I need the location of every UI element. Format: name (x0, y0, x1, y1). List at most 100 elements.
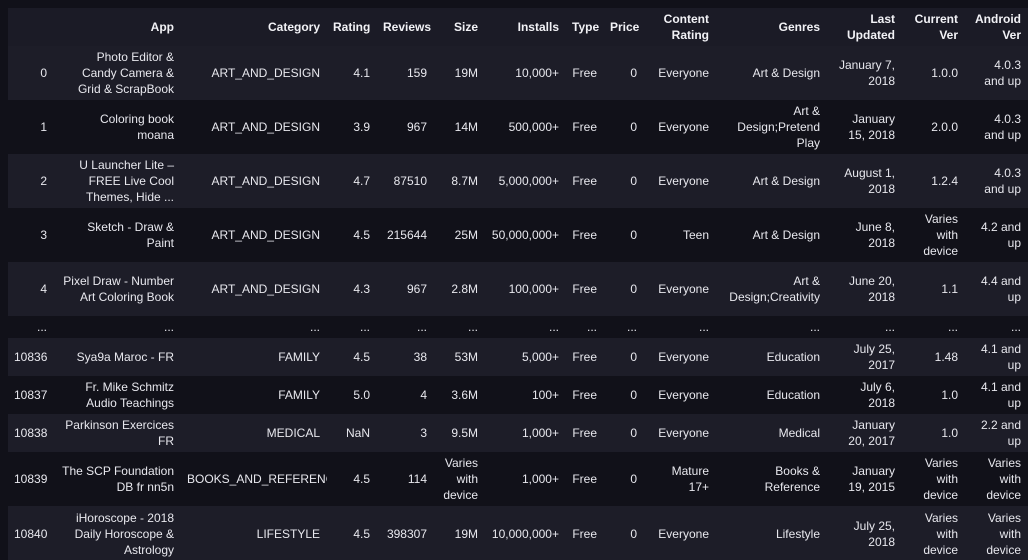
ellipsis-row: ........................................… (8, 316, 1028, 338)
header-row: App Category Rating Reviews Size Install… (8, 8, 1028, 46)
column-header-price: Price (604, 8, 644, 46)
cell-price: 0 (604, 506, 644, 560)
cell-size: 19M (434, 46, 485, 100)
cell-rating: 4.5 (327, 506, 377, 560)
cell-price: 0 (604, 262, 644, 316)
row-index: 10836 (8, 338, 54, 376)
cell-content-rating: Everyone (644, 338, 716, 376)
cell-current-ver: 2.0.0 (902, 100, 965, 154)
cell-size: 25M (434, 208, 485, 262)
cell-category: ART_AND_DESIGN (181, 46, 327, 100)
column-header-installs: Installs (485, 8, 566, 46)
table-row: 10838 Parkinson Exercices FR MEDICAL NaN 3 9.… (8, 414, 1028, 452)
cell-app: iHoroscope - 2018 Daily Horoscope & Astr… (54, 506, 181, 560)
cell-category: ... (181, 316, 327, 338)
cell-price: 0 (604, 338, 644, 376)
cell-genres: Art & Design (716, 154, 827, 208)
column-header-rating: Rating (327, 8, 377, 46)
cell-current-ver: Varies with device (902, 452, 965, 506)
cell-type: Free (566, 154, 604, 208)
cell-current-ver: 1.2.4 (902, 154, 965, 208)
cell-installs: 1,000+ (485, 452, 566, 506)
cell-reviews: 967 (377, 100, 434, 154)
cell-current-ver: 1.0.0 (902, 46, 965, 100)
cell-category: ART_AND_DESIGN (181, 262, 327, 316)
row-index: 3 (8, 208, 54, 262)
cell-rating: 4.3 (327, 262, 377, 316)
cell-category: BOOKS_AND_REFERENCE (181, 452, 327, 506)
cell-type: Free (566, 376, 604, 414)
cell-type: Free (566, 46, 604, 100)
cell-genres: Medical (716, 414, 827, 452)
row-index: 10838 (8, 414, 54, 452)
cell-price: 0 (604, 376, 644, 414)
cell-content-rating: Everyone (644, 376, 716, 414)
cell-size: 53M (434, 338, 485, 376)
cell-category: FAMILY (181, 338, 327, 376)
table-row: 10837 Fr. Mike Schmitz Audio Teachings FAM… (8, 376, 1028, 414)
cell-genres: ... (716, 316, 827, 338)
cell-reviews: 3 (377, 414, 434, 452)
table-row: 4 Pixel Draw - Number Art Coloring Book AR… (8, 262, 1028, 316)
cell-app: U Launcher Lite – FREE Live Cool Themes,… (54, 154, 181, 208)
cell-price: 0 (604, 100, 644, 154)
cell-reviews: 967 (377, 262, 434, 316)
cell-last-updated: July 6, 2018 (827, 376, 902, 414)
cell-android-ver: Varies with device (965, 452, 1028, 506)
cell-reviews: ... (377, 316, 434, 338)
cell-genres: Art & Design (716, 208, 827, 262)
cell-type: Free (566, 452, 604, 506)
column-header-content-rating: Content Rating (644, 8, 716, 46)
index-header (8, 8, 54, 46)
cell-current-ver: 1.0 (902, 414, 965, 452)
cell-content-rating: Everyone (644, 414, 716, 452)
column-header-app: App (54, 8, 181, 46)
cell-android-ver: 4.0.3 and up (965, 100, 1028, 154)
cell-current-ver: 1.0 (902, 376, 965, 414)
cell-content-rating: ... (644, 316, 716, 338)
cell-reviews: 398307 (377, 506, 434, 560)
column-header-last-updated: Last Updated (827, 8, 902, 46)
cell-category: ART_AND_DESIGN (181, 100, 327, 154)
cell-genres: Books & Reference (716, 452, 827, 506)
cell-installs: 100+ (485, 376, 566, 414)
cell-category: ART_AND_DESIGN (181, 154, 327, 208)
cell-type: Free (566, 414, 604, 452)
row-index: 1 (8, 100, 54, 154)
cell-genres: Education (716, 376, 827, 414)
cell-rating: 4.5 (327, 208, 377, 262)
cell-android-ver: 4.1 and up (965, 376, 1028, 414)
cell-installs: 500,000+ (485, 100, 566, 154)
cell-current-ver: Varies with device (902, 208, 965, 262)
cell-type: Free (566, 262, 604, 316)
cell-genres: Art & Design (716, 46, 827, 100)
cell-android-ver: 4.1 and up (965, 338, 1028, 376)
row-index: 10839 (8, 452, 54, 506)
cell-price: 0 (604, 208, 644, 262)
cell-installs: 5,000,000+ (485, 154, 566, 208)
cell-android-ver: 4.0.3 and up (965, 46, 1028, 100)
cell-android-ver: Varies with device (965, 506, 1028, 560)
cell-content-rating: Mature 17+ (644, 452, 716, 506)
column-header-type: Type (566, 8, 604, 46)
cell-reviews: 87510 (377, 154, 434, 208)
row-index: 2 (8, 154, 54, 208)
column-header-category: Category (181, 8, 327, 46)
cell-installs: ... (485, 316, 566, 338)
cell-content-rating: Everyone (644, 506, 716, 560)
cell-android-ver: 2.2 and up (965, 414, 1028, 452)
cell-installs: 5,000+ (485, 338, 566, 376)
cell-rating: 4.1 (327, 46, 377, 100)
cell-size: 8.7M (434, 154, 485, 208)
cell-genres: Art & Design;Pretend Play (716, 100, 827, 154)
cell-rating: 4.5 (327, 452, 377, 506)
row-index: ... (8, 316, 54, 338)
cell-type: Free (566, 208, 604, 262)
cell-app: Fr. Mike Schmitz Audio Teachings (54, 376, 181, 414)
cell-size: ... (434, 316, 485, 338)
table-row: 3 Sketch - Draw & Paint ART_AND_DESIGN 4.5 2… (8, 208, 1028, 262)
dataframe-table: App Category Rating Reviews Size Install… (8, 8, 1028, 560)
cell-app: Sketch - Draw & Paint (54, 208, 181, 262)
cell-installs: 50,000,000+ (485, 208, 566, 262)
cell-content-rating: Everyone (644, 154, 716, 208)
